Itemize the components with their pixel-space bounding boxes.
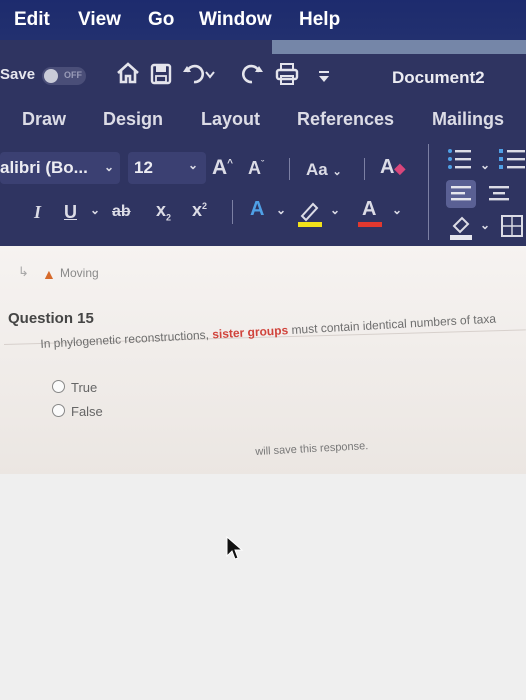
radio-true[interactable] (52, 380, 65, 393)
menu-view[interactable]: View (78, 9, 121, 31)
divider (232, 200, 233, 224)
divider (428, 144, 429, 240)
underline-button[interactable]: U (64, 202, 77, 223)
text-effects-chevron-icon[interactable]: ⌄ (276, 203, 286, 217)
undo-icon[interactable] (182, 63, 216, 91)
font-name-chevron-icon[interactable]: ⌄ (104, 160, 114, 174)
redo-icon[interactable] (241, 63, 264, 91)
window-scroll-strip (272, 40, 526, 54)
reply-arrow-icon: ↳ (18, 264, 29, 279)
font-color-bar (358, 222, 382, 227)
toggle-knob (44, 69, 58, 83)
numbering-button[interactable] (498, 146, 526, 174)
moving-notice: Moving (60, 266, 99, 280)
menu-window[interactable]: Window (199, 9, 272, 31)
option-true[interactable]: True (52, 380, 97, 395)
shrink-font-button[interactable]: Aˇ (248, 158, 264, 179)
align-left-button[interactable] (446, 180, 476, 208)
menu-go[interactable]: Go (148, 9, 174, 31)
grow-font-button[interactable]: A^ (212, 156, 233, 180)
print-icon[interactable] (275, 63, 299, 91)
change-case-button[interactable]: Aa ⌄ (306, 160, 342, 180)
shading-chevron-icon[interactable]: ⌄ (480, 218, 490, 232)
option-true-label: True (71, 380, 98, 395)
menu-edit[interactable]: Edit (14, 9, 50, 31)
tab-layout[interactable]: Layout (201, 109, 260, 130)
superscript-letter: x (192, 200, 203, 220)
document-page (0, 246, 526, 478)
bullets-button[interactable] (446, 146, 476, 174)
blank-area (0, 474, 526, 700)
shrink-font-letter: A (248, 158, 261, 178)
home-icon[interactable] (116, 62, 140, 90)
font-color-letter: A (362, 198, 377, 220)
font-color-button[interactable]: A (356, 198, 384, 228)
font-color-chevron-icon[interactable]: ⌄ (392, 203, 402, 217)
borders-icon[interactable] (500, 214, 524, 243)
change-case-label: Aa (306, 160, 328, 179)
underline-chevron-icon[interactable]: ⌄ (90, 203, 100, 217)
menu-bar: Edit View Go Window Help (0, 0, 526, 40)
highlight-chevron-icon[interactable]: ⌄ (330, 203, 340, 217)
tab-mailings[interactable]: Mailings (432, 109, 504, 130)
autosave-state: OFF (64, 70, 82, 80)
clear-formatting-icon[interactable]: A◆ (380, 156, 405, 179)
autosave-label: Save (0, 66, 36, 83)
align-center-button[interactable] (484, 180, 514, 208)
word-toolbar: Save OFF Document2 Draw Design Layout Re… (0, 40, 526, 246)
shading-icon[interactable] (446, 212, 476, 247)
strikethrough-button[interactable]: ab (112, 203, 131, 221)
option-false[interactable]: False (52, 404, 103, 419)
tab-design[interactable]: Design (103, 109, 163, 130)
option-false-label: False (71, 404, 103, 419)
autosave-toggle[interactable]: OFF (42, 67, 86, 85)
divider (364, 158, 365, 180)
customize-icon[interactable] (318, 65, 330, 91)
menu-help[interactable]: Help (299, 9, 340, 31)
font-name: alibri (Bo... (0, 158, 88, 177)
warning-icon: ▲ (42, 266, 56, 282)
superscript-button[interactable]: x2 (192, 200, 207, 221)
font-size-chevron-icon[interactable]: ⌄ (188, 158, 198, 172)
tab-draw[interactable]: Draw (22, 109, 66, 130)
document-title: Document2 (392, 68, 485, 87)
font-size: 12 (134, 158, 153, 177)
bullets-chevron-icon[interactable]: ⌄ (480, 158, 490, 172)
divider (289, 158, 290, 180)
question-title: Question 15 (8, 310, 94, 327)
text-effects-button[interactable]: A (250, 198, 264, 221)
tab-references[interactable]: References (297, 109, 394, 130)
highlight-icon[interactable] (296, 200, 324, 233)
subscript-letter: x (156, 200, 167, 220)
save-icon[interactable] (150, 63, 172, 91)
italic-button[interactable]: I (34, 202, 41, 223)
grow-font-letter: A (212, 156, 228, 179)
mouse-cursor-icon (226, 536, 244, 560)
radio-false[interactable] (52, 404, 65, 417)
subscript-button[interactable]: x2 (156, 200, 171, 223)
